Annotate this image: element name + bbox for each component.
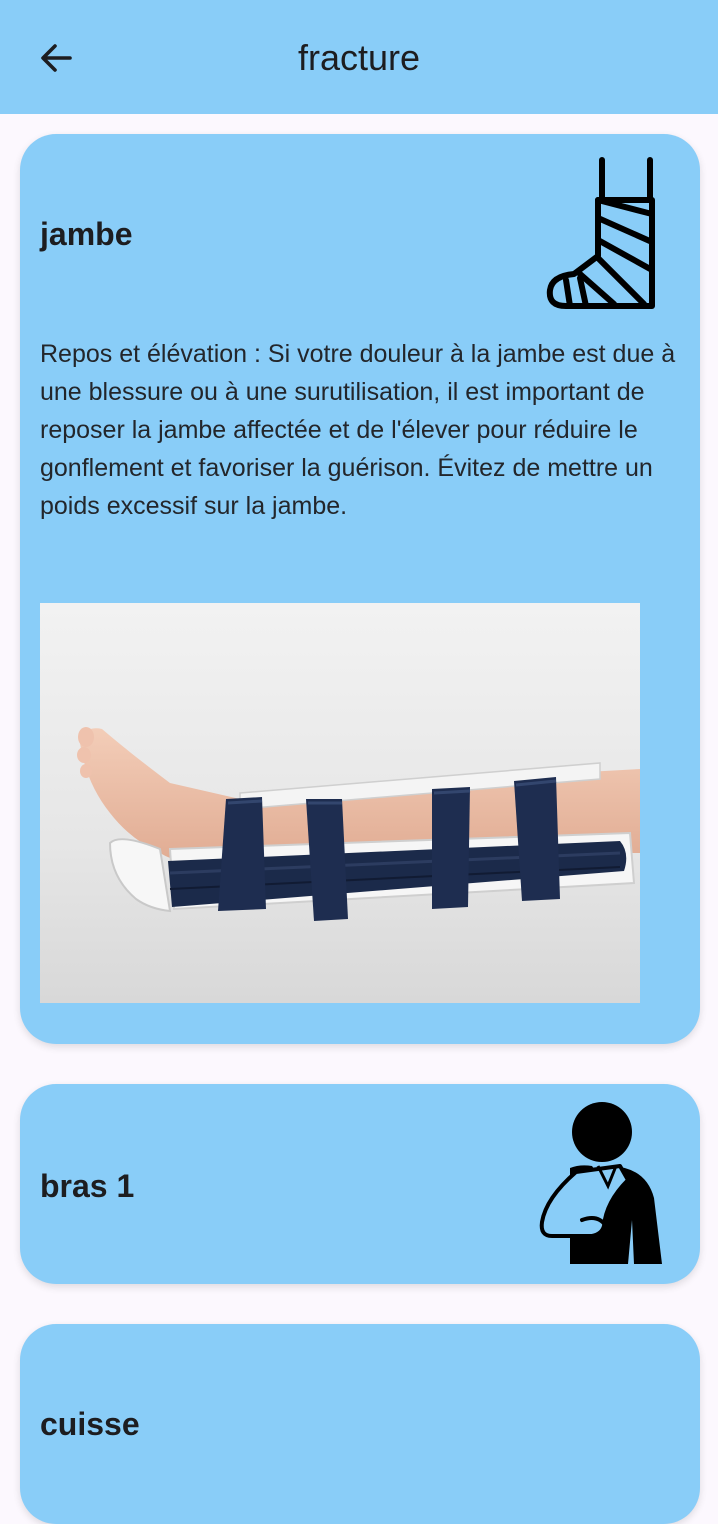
card-description: Repos et élévation : Si votre douleur à … bbox=[40, 340, 676, 520]
app-bar: fracture bbox=[0, 0, 718, 114]
card-title: cuisse bbox=[40, 1406, 140, 1442]
leg-cast-icon bbox=[546, 157, 655, 309]
card-title: bras 1 bbox=[40, 1168, 135, 1204]
card-cuisse[interactable]: cuisse bbox=[20, 1324, 700, 1524]
leg-splint-photo bbox=[40, 603, 640, 1003]
card-bras-1[interactable]: bras 1 bbox=[20, 1084, 700, 1284]
arm-sling-icon bbox=[539, 1102, 662, 1264]
card-jambe[interactable]: jambe Repos et élévation : Si votre doul… bbox=[20, 134, 700, 1044]
page-title: fracture bbox=[297, 37, 421, 78]
card-title: jambe bbox=[40, 216, 133, 252]
